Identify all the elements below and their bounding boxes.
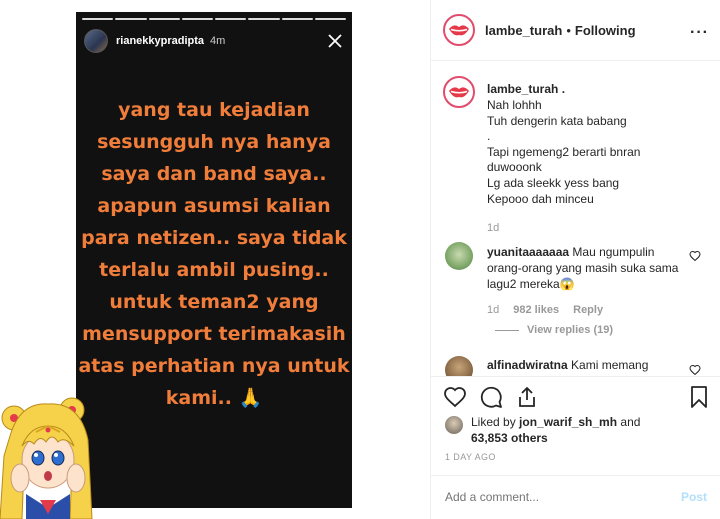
comment-avatar[interactable] — [445, 356, 473, 376]
caption-line: Lg ada sleekk yess bang — [487, 175, 620, 190]
likes-text: Liked by jon_warif_sh_mh and 63,853 othe… — [471, 414, 640, 446]
close-icon[interactable] — [326, 32, 344, 50]
caption-age: 1d — [487, 222, 500, 234]
header-separator: • — [566, 22, 571, 38]
story-progress-bar — [82, 18, 346, 20]
story-line: untuk teman2 yang — [109, 291, 319, 313]
likes-summary: Liked by jon_warif_sh_mh and 63,853 othe… — [445, 414, 715, 446]
story-header: rianekkypradipta 4m — [84, 28, 344, 54]
caption-line: . — [487, 129, 491, 144]
liker-avatar[interactable] — [445, 416, 463, 434]
story-line: atas perhatian nya untuk — [78, 355, 350, 377]
story-username[interactable]: rianekkypradipta — [116, 35, 204, 47]
caption-line: Tapi ngemeng2 berarti bnran — [487, 144, 641, 159]
caption-line: Nah lohhh — [487, 98, 542, 112]
bookmark-icon[interactable] — [687, 385, 711, 409]
story-line: kami.. 🙏 — [165, 387, 263, 409]
story-line: saya dan band saya.. — [101, 163, 327, 185]
post-timestamp: 1 DAY AGO — [445, 452, 496, 462]
comment-likes[interactable]: 982 likes — [513, 304, 559, 316]
comment-like-icon[interactable] — [689, 364, 701, 376]
lips-avatar[interactable] — [443, 14, 475, 46]
comment-body: Kami memang — [571, 358, 649, 372]
liker-username[interactable]: jon_warif_sh_mh — [519, 415, 617, 429]
caption: lambe_turah . Nah lohhh Tuh dengerin kat… — [443, 76, 640, 206]
caption-avatar[interactable] — [443, 76, 475, 108]
action-bar — [431, 376, 720, 416]
comment-icon[interactable] — [479, 385, 503, 409]
likes-and: and — [617, 415, 641, 429]
story-line: para netizen.. saya tidak — [81, 227, 347, 249]
add-comment-bar: Post — [431, 475, 720, 519]
caption-line: Kepooo dah minceu — [487, 191, 594, 206]
comment-meta: 1d 982 likes Reply — [487, 304, 603, 316]
likes-others[interactable]: 63,853 others — [471, 431, 548, 445]
comment-like-icon[interactable] — [689, 250, 701, 262]
comment-avatar[interactable] — [445, 242, 473, 270]
comment-text: alfinadwiratna Kami memang — [487, 358, 648, 372]
anime-sticker — [0, 397, 93, 519]
likes-prefix: Liked by — [471, 415, 520, 429]
post-button[interactable]: Post — [681, 490, 707, 504]
heart-icon[interactable] — [443, 385, 467, 409]
lips-icon — [449, 25, 469, 36]
comments-section[interactable]: lambe_turah . Nah lohhh Tuh dengerin kat… — [431, 62, 720, 376]
caption-username[interactable]: lambe_turah . — [487, 82, 565, 96]
post-header: lambe_turah • Following ··· — [431, 0, 720, 61]
story-viewer[interactable]: rianekkypradipta 4m yang tau kejadian se… — [76, 12, 352, 508]
comment-age: 1d — [487, 304, 500, 316]
story-line: mensupport terimakasih — [82, 323, 346, 345]
caption-line: duwooonk — [487, 160, 542, 175]
comment-username[interactable]: alfinadwiratna — [487, 358, 568, 372]
caption-line: Tuh dengerin kata babang — [487, 113, 627, 128]
story-line: apapun asumsi kalian — [97, 195, 331, 217]
more-options-icon[interactable]: ··· — [690, 24, 709, 42]
story-line: sesungguh nya hanya — [97, 131, 331, 153]
caption-text: Nah lohhh Tuh dengerin kata babang . Tap… — [487, 98, 640, 207]
lips-icon — [449, 87, 469, 98]
header-username[interactable]: lambe_turah — [485, 23, 562, 38]
comment-text: yuanitaaaaaaa Mau ngumpulin orang-orang … — [487, 244, 687, 292]
story-line: terlalu ambil pusing.. — [99, 259, 329, 281]
comment-username[interactable]: yuanitaaaaaaa — [487, 245, 569, 259]
post-panel: lambe_turah • Following ··· lambe_turah … — [430, 0, 720, 519]
view-replies-label: View replies (19) — [527, 324, 614, 336]
story-line: yang tau kejadian — [118, 99, 310, 121]
view-replies-button[interactable]: View replies (19) — [495, 324, 613, 336]
story-text: yang tau kejadian sesungguh nya hanya sa… — [76, 94, 352, 414]
share-icon[interactable] — [515, 385, 539, 409]
page: rianekkypradipta 4m yang tau kejadian se… — [0, 0, 720, 519]
reply-button[interactable]: Reply — [573, 304, 603, 316]
following-button[interactable]: Following — [575, 23, 636, 38]
story-time: 4m — [210, 35, 226, 47]
story-avatar[interactable] — [84, 29, 108, 53]
add-comment-input[interactable] — [445, 490, 665, 504]
